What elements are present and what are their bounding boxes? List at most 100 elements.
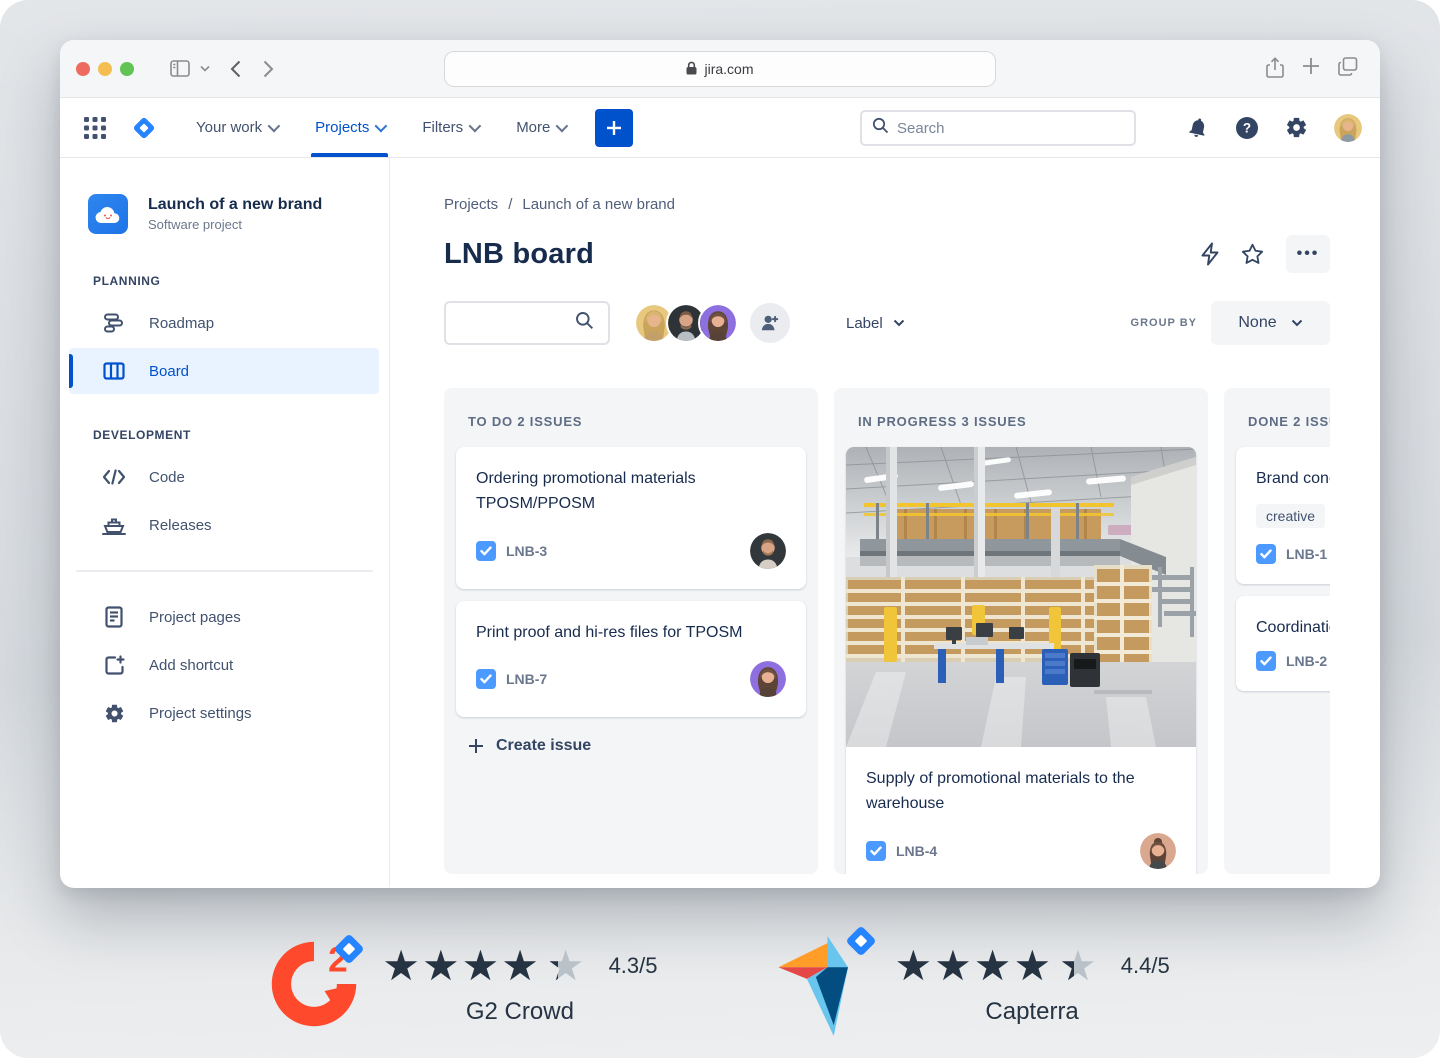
more-actions-button[interactable]: ••• — [1286, 235, 1330, 273]
lock-icon — [686, 61, 697, 78]
star-icon[interactable] — [1241, 243, 1264, 265]
sidebar-item-board[interactable]: Board — [69, 348, 379, 394]
task-type-icon — [476, 669, 496, 689]
issue-key: LNB-3 — [506, 543, 547, 559]
nav-item-your-work[interactable]: Your work — [196, 98, 277, 157]
issue-card-lnb3[interactable]: Ordering promotional materials TPOSM/PPO… — [456, 447, 806, 589]
sidebar-divider — [76, 570, 373, 572]
sidebar-item-releases[interactable]: Releases — [69, 502, 379, 548]
chevron-down-icon — [375, 120, 388, 133]
page-title: LNB board — [444, 238, 594, 271]
sidebar-item-roadmap[interactable]: Roadmap — [69, 300, 379, 346]
column-done: DONE 2 ISSUES Brand concept creative LNB… — [1224, 388, 1330, 874]
breadcrumb-projects[interactable]: Projects — [444, 196, 498, 213]
assignee-avatar — [750, 533, 786, 569]
group-by-dropdown[interactable]: None — [1211, 301, 1330, 345]
ratings-section: 2 ★★★★ ★★ 4.3/5 G2 Crowd — [0, 896, 1440, 1058]
help-icon[interactable]: ? — [1235, 116, 1259, 140]
settings-gear-icon[interactable] — [1285, 116, 1308, 139]
sidebar-item-code[interactable]: Code — [69, 454, 379, 500]
project-sidebar: Launch of a new brand Software project P… — [60, 158, 390, 887]
rating-score: 4.4/5 — [1121, 953, 1170, 979]
jira-logo-icon[interactable] — [130, 114, 158, 142]
assignee-avatar — [750, 661, 786, 697]
issue-card-lnb2[interactable]: Coordination with team LNB-2 — [1236, 596, 1330, 691]
sidebar-toggle-icon[interactable] — [170, 60, 190, 77]
task-type-icon — [476, 541, 496, 561]
close-window-button[interactable] — [76, 62, 90, 76]
plus-icon — [468, 738, 484, 754]
zoom-window-button[interactable] — [120, 62, 134, 76]
url-bar[interactable]: jira.com — [444, 51, 996, 87]
chevron-down-icon — [556, 120, 569, 133]
notifications-bell-icon[interactable] — [1185, 114, 1211, 141]
lightning-icon[interactable] — [1200, 242, 1219, 266]
code-icon — [102, 469, 126, 485]
new-tab-icon[interactable] — [1302, 57, 1320, 84]
jira-navbar: Your work Projects Filters More ? — [60, 98, 1380, 158]
share-icon[interactable] — [1266, 57, 1284, 84]
partial-star-icon: ★★ — [1059, 948, 1097, 984]
partial-star-icon: ★★ — [547, 948, 585, 984]
browser-window: jira.com — [60, 40, 1380, 888]
chevron-down-icon — [469, 120, 482, 133]
rating-g2: 2 ★★★★ ★★ 4.3/5 G2 Crowd — [270, 896, 657, 1058]
chevron-down-icon — [268, 120, 281, 133]
search-icon — [872, 117, 889, 139]
column-header: IN PROGRESS 3 ISSUES — [834, 388, 1208, 447]
issue-key: LNB-7 — [506, 671, 547, 687]
issue-card-lnb7[interactable]: Print proof and hi-res files for TPOSM L… — [456, 601, 806, 718]
svg-text:?: ? — [1243, 120, 1251, 135]
rating-capterra: ★★★★ ★★ 4.4/5 Capterra — [778, 896, 1170, 1058]
star-icon: ★★★★ — [382, 948, 541, 984]
column-in-progress: IN PROGRESS 3 ISSUES — [834, 388, 1208, 874]
project-header[interactable]: Launch of a new brand Software project — [60, 194, 389, 234]
issue-key: LNB-4 — [896, 843, 937, 859]
rating-score: 4.3/5 — [609, 953, 658, 979]
sidebar-item-project-settings[interactable]: Project settings — [69, 690, 379, 736]
project-type: Software project — [148, 217, 322, 232]
minimize-window-button[interactable] — [98, 62, 112, 76]
search-input[interactable] — [897, 120, 1097, 137]
nav-item-more[interactable]: More — [516, 98, 565, 157]
breadcrumb-current[interactable]: Launch of a new brand — [522, 196, 675, 213]
task-type-icon — [1256, 544, 1276, 564]
nav-item-projects[interactable]: Projects — [315, 98, 384, 157]
add-shortcut-icon — [102, 655, 126, 676]
task-type-icon — [866, 841, 886, 861]
breadcrumb: Projects / Launch of a new brand — [444, 196, 1380, 213]
board-columns: TO DO 2 ISSUES Ordering promotional mate… — [444, 388, 1330, 874]
sidebar-item-add-shortcut[interactable]: Add shortcut — [69, 642, 379, 688]
issue-card-lnb1[interactable]: Brand concept creative LNB-1 — [1236, 447, 1330, 584]
search-icon — [575, 311, 594, 335]
column-header: TO DO 2 ISSUES — [444, 388, 818, 447]
user-avatar[interactable] — [1334, 114, 1362, 142]
issue-key: LNB-1 — [1286, 546, 1327, 562]
project-avatar-cloud-icon — [88, 194, 128, 234]
page-icon — [102, 606, 126, 628]
avatar-member-3[interactable] — [698, 303, 738, 343]
tab-overview-icon[interactable] — [1338, 57, 1358, 84]
section-label-development: DEVELOPMENT — [60, 428, 389, 442]
add-member-button[interactable] — [750, 303, 790, 343]
create-issue-button[interactable]: Create issue — [444, 729, 818, 763]
board-main: Projects / Launch of a new brand LNB boa… — [390, 158, 1380, 887]
app-switcher-icon[interactable] — [84, 117, 106, 139]
member-avatars — [634, 303, 738, 343]
column-todo: TO DO 2 ISSUES Ordering promotional mate… — [444, 388, 818, 874]
label-filter-dropdown[interactable]: Label — [846, 315, 905, 332]
issue-card-lnb4[interactable]: Supply of promotional materials to the w… — [846, 447, 1196, 874]
global-search[interactable] — [860, 110, 1136, 146]
jira-diamond-icon — [328, 928, 370, 975]
board-search-input[interactable] — [444, 301, 610, 345]
chevron-down-icon[interactable] — [200, 65, 210, 72]
back-button[interactable] — [230, 60, 241, 78]
create-button[interactable] — [595, 109, 633, 147]
roadmap-icon — [102, 312, 126, 334]
sidebar-item-project-pages[interactable]: Project pages — [69, 594, 379, 640]
nav-item-filters[interactable]: Filters — [422, 98, 478, 157]
forward-button[interactable] — [263, 60, 274, 78]
gear-icon — [102, 703, 126, 724]
rating-name: Capterra — [895, 998, 1170, 1026]
assignee-avatar — [1140, 833, 1176, 869]
